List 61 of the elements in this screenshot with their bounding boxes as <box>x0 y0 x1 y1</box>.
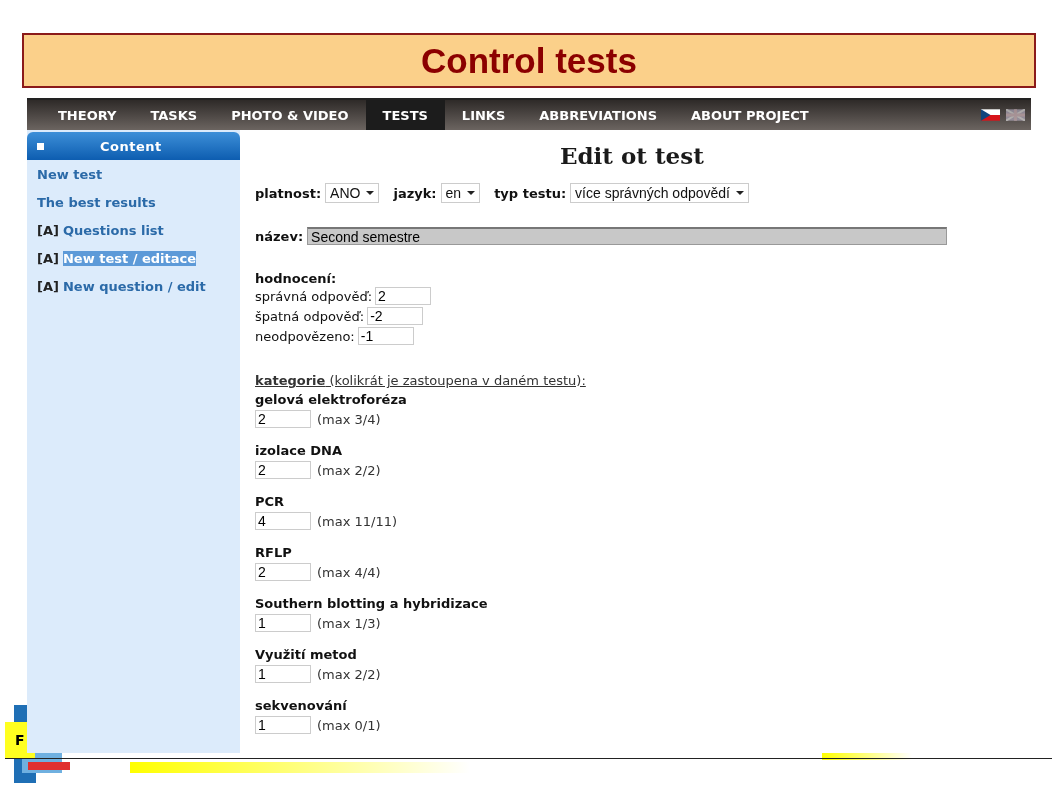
max-count: (max 11/11) <box>317 513 398 529</box>
nav-tab[interactable]: ABOUT PROJECT <box>674 100 826 130</box>
category-label: gelová elektroforéza <box>255 392 408 407</box>
input-field[interactable]: Second semestre <box>307 227 948 245</box>
expand-icon[interactable] <box>37 142 44 150</box>
input-field[interactable]: 1 <box>255 716 311 734</box>
sidebar-link[interactable]: The best results <box>37 194 156 210</box>
input-field[interactable]: 2 <box>255 410 311 428</box>
nav-tab[interactable]: TESTS <box>365 100 445 130</box>
input-field[interactable]: 4 <box>255 512 311 530</box>
section-heading: kategorie (kolikrát je zastoupena v daném testu): <box>255 373 587 388</box>
nav-tab[interactable]: TASKS <box>133 100 215 130</box>
british-flag-icon[interactable] <box>1006 109 1025 121</box>
nav-tab[interactable]: THEORY <box>41 100 134 130</box>
input-field[interactable]: 2 <box>255 461 311 479</box>
field-label: platnost: <box>255 185 322 201</box>
field-label: jazyk: <box>393 185 437 201</box>
admin-tag: [A] <box>37 278 59 294</box>
category-label: Southern blotting a hybridizace <box>255 596 489 611</box>
max-count: (max 0/1) <box>317 717 381 733</box>
max-count: (max 1/3) <box>317 615 381 631</box>
field-label: správná odpověď: <box>255 288 373 304</box>
nav-tab[interactable]: ABBREVIATIONS <box>522 100 674 130</box>
category-label: izolace DNA <box>255 443 343 458</box>
sidebar-title: Content <box>100 138 162 154</box>
nav-tab[interactable]: PHOTO & VIDEO <box>214 100 366 130</box>
field-label: neodpovězeno: <box>255 328 355 344</box>
dropdown[interactable]: en <box>440 183 481 203</box>
caret-icon <box>467 191 476 195</box>
category-label: Využití metod <box>255 647 358 662</box>
input-field[interactable]: 2 <box>375 287 432 305</box>
bar-decoration <box>28 762 70 770</box>
dropdown[interactable]: ANO <box>325 183 380 203</box>
caret-icon <box>736 191 744 195</box>
sidebar-link[interactable]: New question / edit <box>62 278 206 294</box>
dropdown[interactable]: více správných odpovědí <box>570 183 749 203</box>
field-label: špatná odpověď: <box>255 308 365 324</box>
input-field[interactable]: 1 <box>255 614 311 632</box>
input-field[interactable]: -1 <box>357 327 414 345</box>
input-field[interactable]: 2 <box>255 563 311 581</box>
caret-icon <box>366 191 375 195</box>
input-field[interactable]: -2 <box>367 307 424 325</box>
max-count: (max 4/4) <box>317 564 381 580</box>
section-title: hodnocení: <box>255 271 338 286</box>
admin-tag: [A] <box>37 222 59 238</box>
sidebar-link[interactable]: Questions list <box>62 222 164 238</box>
slide-title: Control tests <box>22 33 1036 88</box>
page-title: Edit ot test <box>559 142 705 169</box>
sidebar-link[interactable]: New test <box>37 166 103 182</box>
max-count: (max 3/4) <box>317 411 381 427</box>
category-label: RFLP <box>255 545 293 560</box>
category-label: sekvenování <box>255 698 348 713</box>
czech-flag-icon[interactable] <box>981 109 1000 121</box>
max-count: (max 2/2) <box>317 666 381 682</box>
max-count: (max 2/2) <box>317 462 381 478</box>
admin-tag: [A] <box>37 250 59 266</box>
field-label: typ testu: <box>494 185 567 201</box>
input-field[interactable]: 1 <box>255 665 311 683</box>
field-label: název: <box>255 228 304 244</box>
category-label: PCR <box>255 494 286 509</box>
nav-tab[interactable]: LINKS <box>444 100 523 130</box>
